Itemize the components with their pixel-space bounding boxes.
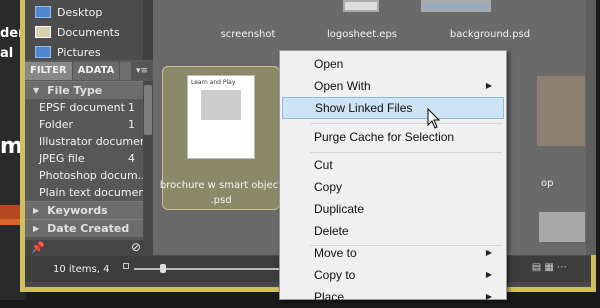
filter-row[interactable]: EPSF document 1 (25, 99, 143, 116)
filter-label: Folder (39, 118, 73, 131)
filter-row[interactable]: Plain text document (25, 184, 143, 201)
menu-item-duplicate[interactable]: Duplicate (282, 198, 504, 220)
menu-item-show-linked-files[interactable]: Show Linked Files (282, 97, 504, 119)
menu-separator (310, 123, 502, 124)
content-scrollbar[interactable] (586, 0, 596, 255)
thumbnail-caption: .psd (210, 195, 232, 206)
menu-item-label: Open With (314, 79, 371, 93)
menu-item-label: Copy (314, 180, 343, 194)
filter-label: Photoshop docum... (39, 169, 143, 182)
menu-item-copy[interactable]: Copy (282, 176, 504, 198)
place-pictures[interactable]: Pictures (35, 44, 101, 60)
place-label: Desktop (57, 5, 103, 19)
bg-text-2: al (0, 46, 14, 61)
menu-item-label: Cut (314, 158, 333, 172)
menu-item-open-with[interactable]: Open With ▶ (282, 75, 504, 97)
menu-item-label: Duplicate (314, 202, 365, 216)
menu-item-label: Copy to (314, 268, 356, 282)
submenu-arrow-icon: ▶ (485, 270, 492, 279)
pin-icon[interactable]: 📌 (31, 241, 45, 254)
menu-item-label: Open (314, 57, 344, 71)
slider-knob[interactable] (160, 264, 166, 273)
submenu-arrow-icon: ▶ (485, 81, 492, 90)
panel-menu-icon[interactable]: ▾≡ (131, 62, 153, 80)
submenu-arrow-icon: ▶ (485, 248, 492, 257)
filter-label: Plain text document (39, 186, 143, 199)
tab-filter[interactable]: FILTER (25, 62, 73, 80)
filter-count: 1 (128, 101, 135, 114)
section-label: Date Created (47, 222, 130, 235)
thumbnail-brochure[interactable]: Learn and Play (187, 75, 255, 159)
thumbnail-logosheet-image[interactable] (343, 0, 379, 12)
collapse-triangle-icon: ▼ (33, 86, 40, 95)
filter-row[interactable]: Illustrator document (25, 133, 143, 150)
section-keywords[interactable]: ▶ Keywords (25, 201, 143, 219)
filter-row[interactable]: Folder 1 (25, 116, 143, 133)
menu-item-label: Purge Cache for Selection (314, 130, 455, 144)
filter-panel: ▼ File Type EPSF document 1 Folder 1 Illust… (25, 81, 143, 240)
filter-count: 1 (128, 118, 135, 131)
thumbnail-caption: logosheet.eps (326, 29, 398, 40)
brochure-title: Learn and Play (191, 79, 236, 86)
brochure-image (201, 90, 241, 120)
thumbnail-photo[interactable] (537, 76, 585, 146)
filter-count: 4 (128, 152, 135, 165)
section-file-type[interactable]: ▼ File Type (25, 81, 143, 99)
filter-scroll-thumb[interactable] (144, 85, 152, 135)
section-label: Keywords (47, 204, 108, 217)
place-desktop[interactable]: Desktop (35, 4, 102, 20)
mouse-cursor-icon (427, 108, 441, 129)
place-label: Documents (57, 25, 120, 39)
view-mode-icon[interactable]: ▤ ▦ ⋯ (532, 262, 567, 273)
place-label: Pictures (57, 45, 101, 59)
filter-row[interactable]: JPEG file 4 (25, 150, 143, 167)
places-panel: Desktop Documents Pictures (25, 0, 153, 60)
thumbnail-caption: background.psd (449, 29, 531, 40)
filter-label: Illustrator document (39, 135, 143, 148)
menu-item-label: Delete (314, 224, 349, 238)
thumbnail-caption: screenshot (220, 29, 276, 40)
filter-label: EPSF document (39, 101, 125, 114)
tab-metadata[interactable]: ADATA (72, 62, 121, 80)
thumbnail-partial[interactable] (539, 212, 585, 242)
thumbnail-caption: brochure w smart object (159, 180, 283, 191)
menu-item-cut[interactable]: Cut (282, 154, 504, 176)
menu-item-copy-to[interactable]: Copy to ▶ (282, 264, 504, 286)
places-scrollbar[interactable] (143, 0, 153, 60)
folder-icon (35, 6, 51, 18)
menu-item-label: Place (314, 290, 345, 304)
small-thumb-icon (123, 263, 129, 269)
panel-tabs: FILTER ADATA ▾≡ (25, 62, 153, 80)
thumbnail-background-image[interactable] (421, 0, 491, 12)
expand-triangle-icon: ▶ (33, 206, 40, 215)
menu-item-label: Show Linked Files (315, 101, 413, 115)
section-label: File Type (47, 84, 103, 97)
expand-triangle-icon: ▶ (33, 224, 40, 233)
menu-separator (310, 152, 502, 153)
place-documents[interactable]: Documents (35, 24, 120, 40)
menu-item-move-to[interactable]: Move to ▶ (282, 242, 504, 264)
filter-label: JPEG file (39, 152, 85, 165)
menu-item-purge-cache[interactable]: Purge Cache for Selection (282, 126, 504, 148)
menu-item-delete[interactable]: Delete (282, 220, 504, 242)
folder-icon (35, 46, 51, 58)
item-count: 10 items, 4 (53, 263, 110, 275)
left-panel: Desktop Documents Pictures FILTER ADATA … (25, 0, 153, 256)
section-date-created[interactable]: ▶ Date Created (25, 219, 143, 237)
menu-item-label: Move to (314, 246, 357, 260)
document-folder-icon (35, 26, 51, 38)
menu-item-place[interactable]: Place ▶ (282, 286, 504, 308)
context-menu: Open Open With ▶ Show Linked Files Purge … (279, 50, 507, 304)
clear-filter-icon[interactable]: ⊘ (131, 240, 141, 254)
menu-item-open[interactable]: Open (282, 53, 504, 75)
filter-bottom-bar: 📌 ⊘ (25, 240, 153, 256)
thumbnail-caption-partial: op (541, 178, 554, 189)
filter-row[interactable]: Photoshop docum... (25, 167, 143, 184)
